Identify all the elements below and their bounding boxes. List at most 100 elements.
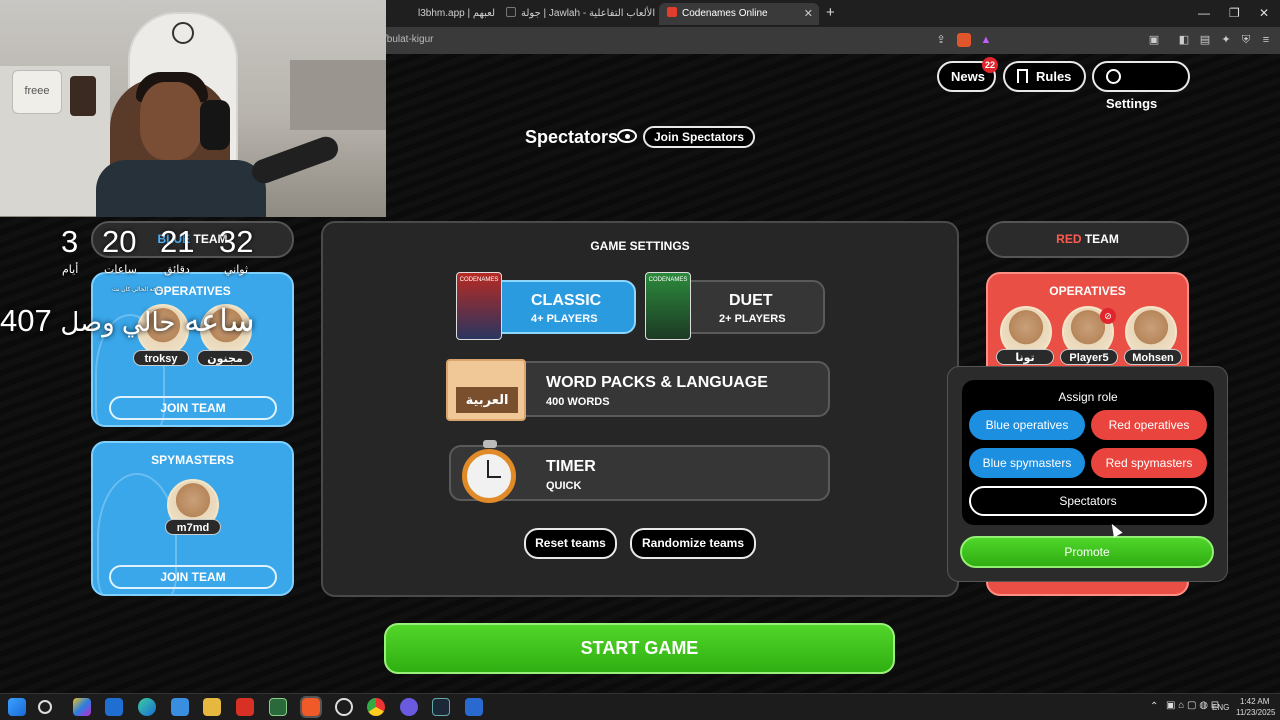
brave-browser-icon[interactable] [300, 696, 322, 718]
tab-label: Codenames Online [682, 8, 768, 19]
minimize-button[interactable]: — [1198, 4, 1210, 22]
duet-title: DUET [729, 292, 773, 309]
assign-red-operatives-button[interactable]: Red operatives [1091, 410, 1207, 440]
outlook-icon[interactable] [105, 698, 123, 716]
red-operatives-title: OPERATIVES [1049, 284, 1126, 298]
countdown-minutes-label: دقائق [164, 264, 190, 276]
screen: l3bhm.app | لعبهم جولة | Jawlah - منصة ا… [0, 0, 1280, 720]
word-packs-option[interactable]: WORD PACKS & LANGUAGE 400 WORDS [496, 361, 830, 417]
obs-icon[interactable] [335, 698, 353, 716]
stream-status-prefix: حالي وصل [60, 307, 176, 337]
word-packs-sub: 400 WORDS [546, 396, 610, 408]
news-label: News [951, 69, 985, 84]
webcam-jar: freee [12, 70, 62, 114]
assign-role-title: Assign role [1058, 390, 1118, 404]
countdown-minutes: 21 [160, 224, 195, 259]
classic-box-art: CODENAMES [456, 272, 502, 340]
rewards-triangle-icon[interactable]: ▲ [979, 33, 993, 47]
player-name-majnoon: مجنون [197, 350, 253, 366]
assign-role-inner: Assign role Blue operatives Red operativ… [962, 380, 1214, 525]
red-team-name: RED [1056, 232, 1082, 246]
language-indicator[interactable]: ENG [1212, 703, 1229, 712]
restore-button[interactable]: ❐ [1229, 4, 1240, 22]
blue-spymasters-card: SPYMASTERS m7md JOIN TEAM [91, 441, 294, 596]
sidebar-icon[interactable]: ◧ [1177, 33, 1191, 47]
promote-button[interactable]: Promote [960, 536, 1214, 568]
reset-teams-button[interactable]: Reset teams [524, 528, 617, 559]
webcam-bed [290, 60, 386, 130]
settings-button[interactable]: Settings [1092, 61, 1190, 111]
webcam-face [140, 82, 202, 160]
duet-box-art: CODENAMES [645, 272, 691, 340]
edge-icon[interactable] [138, 698, 156, 716]
countdown-days: 3 [61, 224, 79, 259]
player-name-mohsen: Mohsen [1124, 349, 1182, 365]
assign-red-spymasters-button[interactable]: Red spymasters [1091, 448, 1207, 478]
countdown-hours-label: ساعات [104, 264, 137, 276]
tab-jawlah[interactable]: جولة | Jawlah - منصة الألعاب التفاعلية [498, 3, 656, 25]
start-icon[interactable] [8, 698, 26, 716]
timer-title: TIMER [546, 458, 596, 475]
player-name-player5: Player5 [1060, 349, 1118, 365]
stopwatch-crown [483, 440, 497, 448]
player-name-troksy: troksy [133, 350, 189, 366]
clock-time[interactable]: 1:42 AM [1240, 697, 1269, 706]
menu-icon[interactable]: ≡ [1259, 33, 1273, 47]
search-icon[interactable] [38, 700, 52, 714]
start-game-button[interactable]: START GAME [384, 623, 895, 674]
red-team-header: RED TEAM [986, 221, 1189, 258]
gear-icon [1106, 69, 1121, 84]
rules-button[interactable]: Rules [1003, 61, 1086, 92]
jawlah-favicon-icon [506, 7, 516, 17]
chrome-icon[interactable] [367, 698, 385, 716]
vpn-app-icon[interactable] [465, 698, 483, 716]
tab-codenames[interactable]: Codenames Online ✕ [659, 3, 819, 25]
wps-office-icon[interactable] [236, 698, 254, 716]
terminal-icon[interactable] [269, 698, 287, 716]
spectators-title: Spectators [525, 127, 619, 147]
language-label: العربية [456, 387, 518, 413]
clock-date[interactable]: 11/23/2025 [1236, 708, 1275, 717]
assign-blue-spymasters-button[interactable]: Blue spymasters [969, 448, 1085, 478]
bookmark-icon [1017, 69, 1028, 83]
windows-taskbar: ⌃ ▣ ⌂ ▢ ◍ ⊡ ENG 1:42 AM 11/23/2025 [0, 693, 1280, 720]
kick-icon[interactable]: ⊘ [1100, 308, 1116, 324]
close-window-button[interactable]: ✕ [1259, 4, 1269, 22]
tab-search-icon[interactable]: ▣ [1147, 33, 1161, 47]
new-tab-button[interactable]: + [826, 4, 835, 22]
classic-sub: 4+ PLAYERS [531, 313, 598, 325]
join-spectators-button[interactable]: Join Spectators [643, 126, 755, 148]
webcam-bottle [70, 76, 96, 116]
assign-spectators-button[interactable]: Spectators [969, 486, 1207, 516]
codenames-favicon-icon [667, 7, 677, 17]
discord-icon[interactable] [400, 698, 418, 716]
team-label: TEAM [1084, 232, 1119, 246]
vpn-shield-icon[interactable]: ⛨ [1239, 33, 1253, 47]
url-field[interactable]: /bulat-kigur [384, 34, 433, 45]
wallet-icon[interactable]: ▤ [1198, 33, 1212, 47]
join-blue-spymasters-button[interactable]: JOIN TEAM [109, 565, 277, 589]
close-tab-icon[interactable]: ✕ [804, 3, 813, 25]
game-settings-title: GAME SETTINGS [590, 239, 690, 253]
steam-icon[interactable] [432, 698, 450, 716]
blue-operatives-card: OPERATIVES troksy مجنون JOIN TEAM [91, 272, 294, 427]
blue-spymasters-title: SPYMASTERS [151, 453, 234, 467]
news-button[interactable]: News 22 [937, 57, 998, 92]
brave-shield-icon[interactable] [957, 33, 971, 47]
share-icon[interactable]: ⇪ [934, 33, 948, 47]
assign-blue-operatives-button[interactable]: Blue operatives [969, 410, 1085, 440]
leo-ai-icon[interactable]: ✦ [1219, 33, 1233, 47]
tray-chevron-icon[interactable]: ⌃ [1150, 701, 1158, 712]
store-icon[interactable] [171, 698, 189, 716]
chair-logo-icon [172, 22, 194, 44]
randomize-teams-button[interactable]: Randomize teams [630, 528, 756, 559]
file-explorer-icon[interactable] [203, 698, 221, 716]
stopwatch-icon [462, 449, 516, 503]
copilot-icon[interactable] [73, 698, 91, 716]
join-blue-operatives-button[interactable]: JOIN TEAM [109, 396, 277, 420]
tab-label: l3bhm.app | لعبهم [418, 8, 496, 19]
tab-l3bhm[interactable]: l3bhm.app | لعبهم [410, 3, 496, 25]
rules-label: Rules [1036, 69, 1072, 84]
countdown-days-label: أيام [62, 264, 79, 276]
stream-hours-counter: 407 ساعه حالي وصل [0, 304, 255, 339]
